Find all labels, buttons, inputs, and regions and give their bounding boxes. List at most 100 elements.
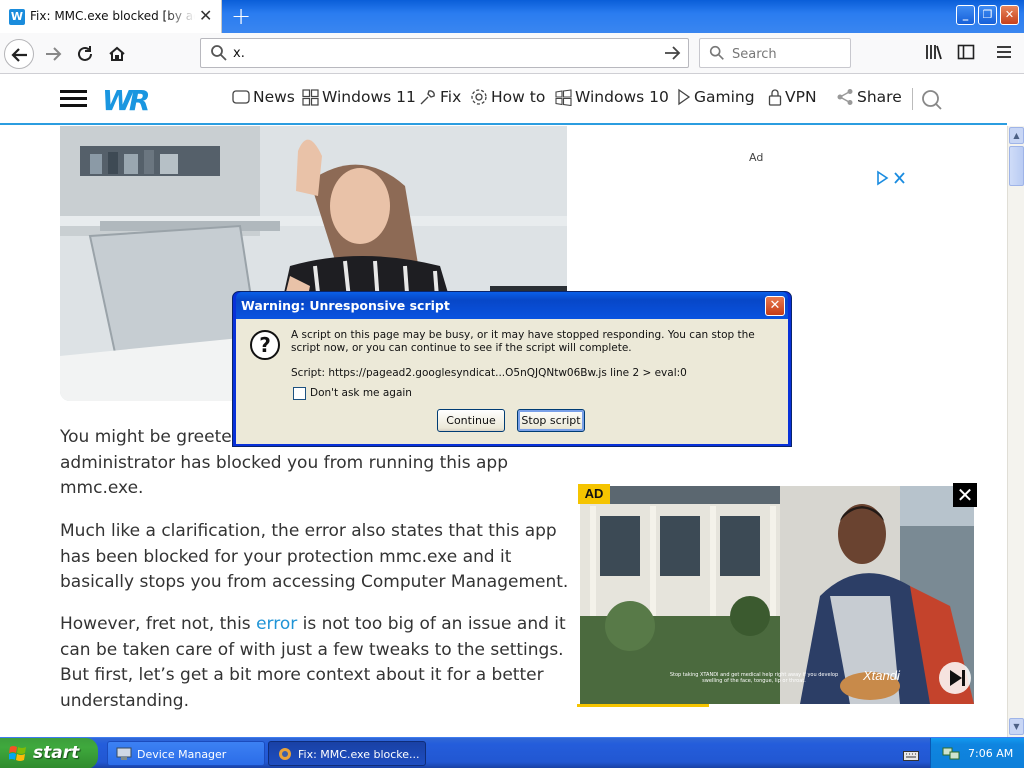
p2-line-2: has been blocked for your protection mmc… [60,546,512,567]
windows-flag-icon [9,746,26,761]
nav-gaming[interactable]: Gaming [677,88,755,106]
taskbar-item-device-manager[interactable]: Device Manager [107,741,265,766]
sidebar-icon[interactable] [957,43,975,65]
video-progress-bar [577,704,709,707]
taskbar-item-label: Fix: MMC.exe blocke... [298,748,420,761]
dialog-message: A script on this page may be busy, or it… [291,329,755,354]
browser-tab-strip: W Fix: MMC.exe blocked [by administrator… [0,0,1024,33]
arrow-right-icon [46,47,62,61]
continue-button[interactable]: Continue [437,409,505,432]
stop-script-button[interactable]: Stop script [517,409,585,432]
search-bar[interactable]: Search [699,38,851,68]
dialog-title-bar[interactable]: Warning: Unresponsive script ✕ [236,292,788,319]
windows-icon [302,88,319,106]
ad-label: Ad [749,151,764,164]
play-icon [678,88,691,106]
screen: W Fix: MMC.exe blocked [by administrator… [0,0,1024,768]
search-icon [211,45,227,61]
p3-line-1-pre: However, fret not, this [60,614,257,634]
p2-line-1: Much like a clarification, the error als… [60,521,557,541]
site-header: WR News Windows 11 Fix How to Windows 10… [0,74,1007,125]
browser-nav-bar: x. Search [0,33,1024,74]
device-manager-icon [116,747,132,760]
dialog-script-line: Script: https://pagead2.googlesyndicat..… [291,367,687,379]
taskbar-clock: 7:06 AM [968,747,1014,760]
search-icon [709,45,724,60]
scroll-thumb[interactable] [1009,146,1024,186]
nav-news[interactable]: News [232,88,295,106]
dont-ask-checkbox[interactable] [293,387,306,400]
forward-button[interactable] [38,39,68,69]
p3-line-1-post: is not too big of an issue and it [297,614,566,634]
dialog-close-button[interactable]: ✕ [765,296,785,316]
p3-line-2: can be taken care of with just a few twe… [60,639,564,660]
unresponsive-script-dialog: Warning: Unresponsive script ✕ ? A scrip… [232,291,792,447]
nav-share-label: Share [857,88,902,106]
nav-share[interactable]: Share [836,88,902,106]
taskbar-item-browser[interactable]: Fix: MMC.exe blocke... [268,741,426,766]
scroll-down-icon[interactable]: ▼ [1009,718,1024,735]
p1-line-3: mmc.exe. [60,478,144,498]
page-scrollbar[interactable]: ▲ ▼ [1007,126,1024,737]
video-ad-close-icon[interactable]: ✕ [953,483,977,507]
hamburger-menu-icon[interactable] [996,43,1012,65]
nav-windows-10-label: Windows 10 [575,88,669,106]
dialog-body: ? A script on this page may be busy, or … [236,319,788,444]
network-icon[interactable] [942,746,960,765]
news-icon [232,90,250,104]
tab-close-icon[interactable]: ✕ [199,7,212,25]
error-link[interactable]: error [256,614,297,634]
restore-button[interactable]: ❐ [978,5,997,25]
nav-fix-label: Fix [440,88,462,106]
paragraph-3: However, fret not, this error is not too… [60,612,570,714]
home-button[interactable] [102,39,132,69]
tab-title-fade [165,6,195,28]
site-menu-icon[interactable] [60,90,87,108]
dialog-title: Warning: Unresponsive script [241,298,450,313]
reload-button[interactable] [70,39,100,69]
dont-ask-label[interactable]: Don't ask me again [310,387,412,399]
p1-line-2: administrator has blocked you from runni… [60,452,509,473]
nav-vpn[interactable]: VPN [768,88,817,106]
start-label: start [33,743,80,763]
ad-badge: AD [578,484,610,504]
site-search-icon[interactable] [921,89,943,115]
new-tab-button[interactable]: + [231,2,251,30]
taskbar-item-label: Device Manager [137,748,227,761]
windows-icon [555,88,572,106]
nav-news-label: News [253,88,295,106]
wrench-icon [420,90,435,105]
site-logo[interactable]: WR [102,84,150,117]
nav-vpn-label: VPN [785,88,817,106]
p1-line-1: You might be greete [60,427,232,447]
p3-line-4: understanding. [60,690,189,711]
url-bar[interactable]: x. [200,38,689,68]
video-play-icon[interactable] [939,662,971,694]
lock-icon [768,89,782,106]
nav-windows-10[interactable]: Windows 10 [555,88,669,106]
browser-tab[interactable]: W Fix: MMC.exe blocked [by administrator… [0,0,222,33]
paragraph-2: Much like a clarification, the error als… [60,519,570,596]
nav-how-to-label: How to [491,88,546,106]
adchoices-icon[interactable] [876,170,906,190]
window-close-button[interactable]: ✕ [1000,5,1019,25]
nav-windows-11[interactable]: Windows 11 [302,88,416,106]
nav-fix[interactable]: Fix [419,88,461,106]
library-icon[interactable] [925,43,943,65]
reload-icon [78,46,92,61]
home-icon [109,46,125,61]
keyboard-icon[interactable] [903,747,919,766]
start-button[interactable]: start [0,738,98,768]
go-arrow-icon[interactable] [662,42,682,69]
back-button[interactable] [4,39,34,69]
nav-how-to[interactable]: How to [470,88,545,106]
scroll-up-icon[interactable]: ▲ [1009,127,1024,144]
p2-line-3: basically stops you from accessing Compu… [60,572,569,592]
video-brand: Xtandi [863,668,900,683]
share-icon [837,89,853,105]
search-placeholder[interactable]: Search [732,47,777,62]
header-divider [912,88,913,110]
minimize-button[interactable]: _ [956,5,975,25]
gear-icon [471,89,487,105]
url-input[interactable]: x. [233,46,245,61]
